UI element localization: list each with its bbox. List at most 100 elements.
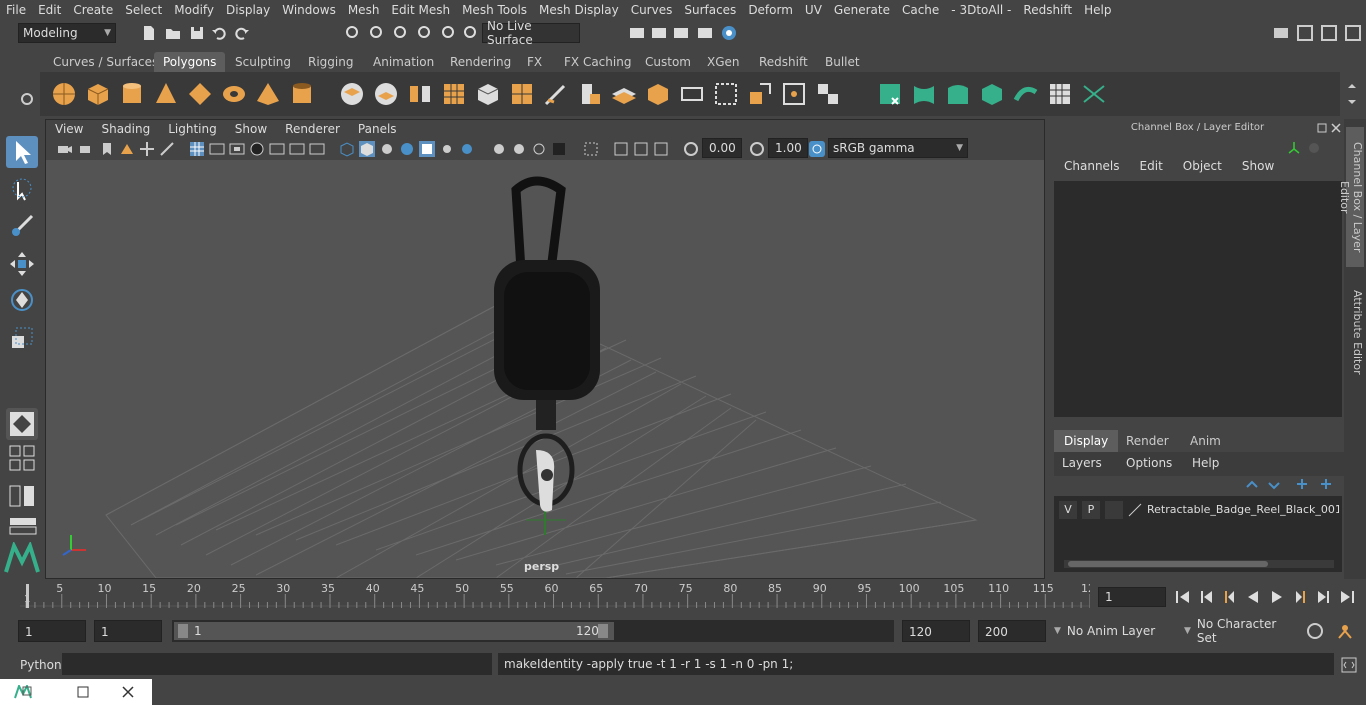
channel-menu-show[interactable]: Show (1232, 159, 1284, 179)
channel-box-axis-icon[interactable] (1287, 141, 1301, 155)
camera-frame-selected-icon[interactable] (632, 140, 650, 158)
bookmark-icon[interactable] (98, 140, 116, 158)
side-tab-channel-box[interactable]: Channel Box / Layer Editor (1338, 127, 1364, 267)
poly-pipe-icon[interactable] (288, 80, 316, 108)
menu-windows[interactable]: Windows (276, 3, 342, 17)
reduce-icon[interactable] (474, 80, 502, 108)
shelf-tab-xgen[interactable]: XGen (698, 52, 749, 72)
camera-look-through-icon[interactable] (652, 140, 670, 158)
2d-pan-zoom-icon[interactable] (138, 140, 156, 158)
uv-layout-icon[interactable] (1046, 80, 1074, 108)
menu-select[interactable]: Select (119, 3, 168, 17)
wireframe-on-shaded-icon[interactable] (398, 140, 416, 158)
layer-name[interactable]: Retractable_Badge_Reel_Black_001_la (1147, 500, 1339, 520)
workspace-dropdown[interactable]: Modeling ▼ (18, 23, 116, 43)
shadows-icon[interactable] (458, 140, 476, 158)
viewport-menu-show[interactable]: Show (226, 122, 276, 136)
camera-attributes-icon[interactable] (78, 140, 96, 158)
menu-curves[interactable]: Curves (625, 3, 679, 17)
poly-plane-icon[interactable] (186, 80, 214, 108)
side-tab-attribute-editor[interactable]: Attribute Editor (1346, 287, 1364, 377)
current-time-indicator[interactable] (26, 584, 29, 608)
tab-display[interactable]: Display (1054, 430, 1119, 452)
lasso-tool[interactable] (6, 174, 38, 206)
grid-toggle-icon[interactable] (188, 140, 206, 158)
menu-create[interactable]: Create (67, 3, 119, 17)
playback-start-field[interactable]: 1 (94, 620, 162, 642)
safe-title-icon[interactable] (308, 140, 326, 158)
layer-reference-toggle[interactable] (1105, 501, 1123, 519)
menu-edit[interactable]: Edit (32, 3, 67, 17)
channel-menu-object[interactable]: Object (1173, 159, 1232, 179)
channel-box-toggle-icon[interactable] (1344, 24, 1362, 42)
character-set-dropdown[interactable]: ▼ No Character Set (1180, 617, 1300, 645)
ambient-occlusion-icon[interactable] (490, 140, 508, 158)
menu-3dtoall[interactable]: - 3DtoAll - (945, 3, 1017, 17)
viewport-menu-lighting[interactable]: Lighting (159, 122, 226, 136)
target-weld-icon[interactable] (780, 80, 808, 108)
gamma-icon[interactable] (748, 140, 766, 158)
wireframe-icon[interactable] (338, 140, 356, 158)
tab-anim[interactable]: Anim (1180, 430, 1231, 452)
range-end-grip[interactable] (598, 624, 608, 638)
anim-layer-dropdown[interactable]: ▼ No Anim Layer (1050, 620, 1170, 642)
snap-point-icon[interactable] (462, 24, 480, 42)
shelf-tab-sculpting[interactable]: Sculpting (226, 52, 300, 72)
render-frame-icon[interactable] (650, 24, 668, 42)
close-icon[interactable] (121, 685, 135, 699)
menu-redshift[interactable]: Redshift (1017, 3, 1078, 17)
film-gate-icon[interactable] (208, 140, 226, 158)
step-back-icon[interactable] (1198, 588, 1216, 606)
new-scene-icon[interactable] (140, 24, 158, 42)
show-manipulator-tool[interactable] (6, 408, 38, 440)
exposure-icon[interactable] (682, 140, 700, 158)
live-surface-field[interactable]: No Live Surface (482, 19, 580, 47)
poly-sphere-icon[interactable] (50, 80, 78, 108)
gate-mask-icon[interactable] (248, 140, 266, 158)
merge-icon[interactable] (746, 80, 774, 108)
snap-grid-icon[interactable] (416, 24, 434, 42)
menu-surfaces[interactable]: Surfaces (678, 3, 742, 17)
tab-render[interactable]: Render (1116, 430, 1179, 452)
play-forward-icon[interactable] (1268, 588, 1286, 606)
select-tool[interactable] (6, 136, 38, 168)
time-slider[interactable]: 5 10 15 20 25 30 35 40 45 50 55 60 65 70 75 80 85 90 95 100… (0, 580, 1366, 616)
safe-action-icon[interactable] (288, 140, 306, 158)
layout-four-panes-icon[interactable] (8, 444, 38, 476)
menu-mesh[interactable]: Mesh (342, 3, 386, 17)
layer-visibility-toggle[interactable]: V (1059, 501, 1077, 519)
select-by-object-icon[interactable] (368, 24, 386, 42)
redo-icon[interactable] (233, 24, 251, 42)
move-tool[interactable] (6, 248, 38, 280)
channel-box-toggle-icon[interactable] (1307, 141, 1321, 155)
open-scene-icon[interactable] (164, 24, 182, 42)
uv-planar-icon[interactable] (876, 80, 904, 108)
extrude-icon[interactable] (576, 80, 604, 108)
auto-key-icon[interactable] (1306, 622, 1324, 640)
workspace-icon[interactable] (1272, 24, 1290, 42)
xray-icon[interactable] (418, 140, 436, 158)
remesh-icon[interactable] (508, 80, 536, 108)
layer-playback-toggle[interactable]: P (1082, 501, 1100, 519)
scale-tool[interactable] (6, 322, 38, 354)
shelf-scroll-icon[interactable] (1346, 82, 1358, 106)
layer-color-icon[interactable] (1127, 502, 1143, 518)
append-polygon-icon[interactable] (678, 80, 706, 108)
render-settings-icon[interactable] (696, 24, 714, 42)
new-layer-selected-icon[interactable] (1319, 477, 1333, 491)
render-view-icon[interactable] (628, 24, 646, 42)
command-input[interactable] (62, 653, 492, 675)
menu-help[interactable]: Help (1078, 3, 1117, 17)
smooth-icon[interactable] (440, 80, 468, 108)
menu-deform[interactable]: Deform (742, 3, 799, 17)
range-start-grip[interactable] (178, 624, 188, 638)
select-by-component-icon[interactable] (392, 24, 410, 42)
tool-settings-toggle-icon[interactable] (1320, 24, 1338, 42)
select-by-hierarchy-icon[interactable] (344, 24, 362, 42)
shelf-tab-animation[interactable]: Animation (364, 52, 443, 72)
playback-end-field[interactable]: 120 (902, 620, 970, 642)
combine-icon[interactable] (338, 80, 366, 108)
menu-edit-mesh[interactable]: Edit Mesh (385, 3, 456, 17)
shelf-tab-rendering[interactable]: Rendering (441, 52, 520, 72)
anti-aliasing-icon[interactable] (530, 140, 548, 158)
